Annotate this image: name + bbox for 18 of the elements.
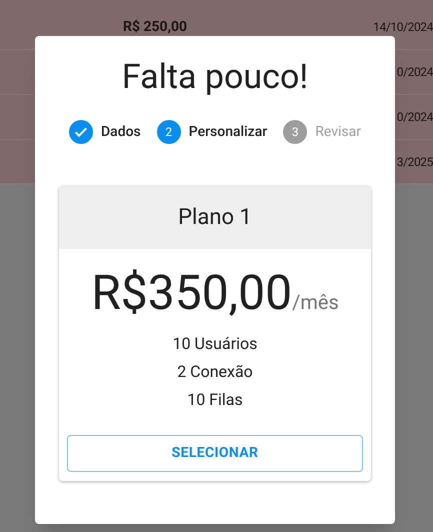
step-label: Personalizar: [188, 122, 268, 142]
table-cell-text: 0/2024: [396, 64, 433, 81]
step-number: 3: [283, 120, 308, 144]
table-cell-text: 0/2024: [396, 109, 433, 126]
step-label: Dados: [101, 122, 141, 142]
table-cell-text: 3/2025: [396, 154, 433, 171]
plan-feature: 2 Conexão: [177, 361, 253, 383]
plan-price: R$350,00: [91, 263, 292, 323]
plan-name: Plano 1: [178, 204, 252, 232]
step-label: Revisar: [315, 122, 361, 142]
select-button[interactable]: SELECIONAR: [67, 435, 363, 472]
price-period: /mês: [292, 289, 339, 316]
table-cell: R$ 250,00: [123, 18, 188, 34]
step-number: 2: [156, 120, 181, 144]
dialog-title: Falta pouco!: [122, 56, 308, 98]
plan-feature: 10 Usuários: [172, 333, 258, 355]
table-cell-text: 14/10/2024: [373, 19, 433, 36]
plan-feature: 10 Filas: [187, 389, 243, 411]
